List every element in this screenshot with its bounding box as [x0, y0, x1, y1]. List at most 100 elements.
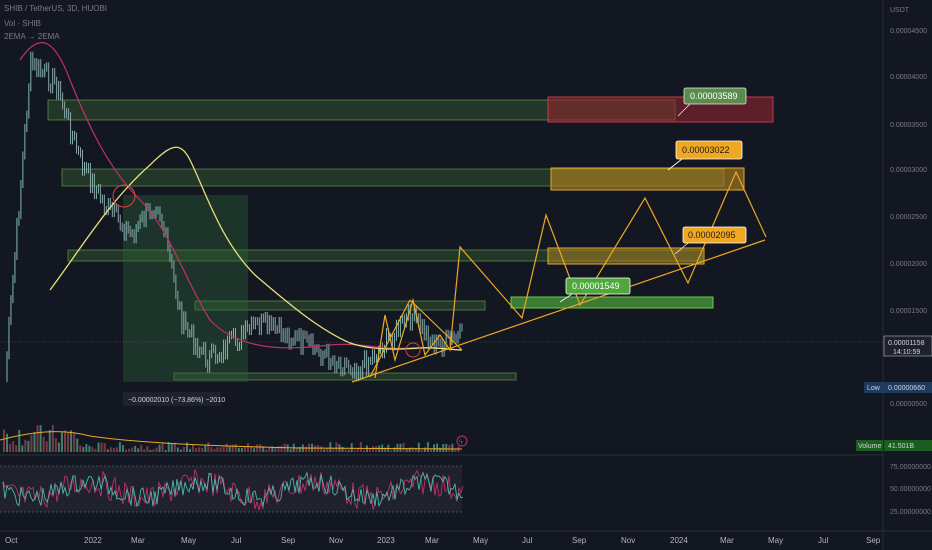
volume-bar: [390, 449, 393, 452]
volume-bar: [341, 446, 344, 452]
alert-icon-glyph: ϟ: [459, 439, 463, 446]
volume-bar: [274, 447, 277, 452]
volume-bar: [125, 449, 127, 452]
volume-bar: [73, 432, 76, 452]
rsi-tick: 75.00000000: [890, 464, 931, 471]
volume-bar: [143, 449, 146, 452]
price-tick: 0.00001500: [890, 308, 927, 315]
volume-bar: [100, 442, 103, 452]
target-zone-orange-2: [547, 247, 705, 265]
price-tick: 0.00003500: [890, 122, 927, 129]
volume-bar: [6, 433, 9, 452]
volume-bar: [350, 443, 353, 452]
volume-bar: [48, 430, 51, 452]
volume-bar: [314, 445, 317, 452]
volume-bar: [57, 442, 60, 452]
time-label: Jul: [818, 536, 828, 545]
volume-bar: [277, 446, 280, 452]
target-zone-green: [510, 296, 714, 309]
volume-bar: [210, 447, 213, 452]
measure-label: −0.00002010 (−73.86%) −2010: [128, 397, 225, 404]
volume-bar: [18, 429, 21, 452]
volume-bar: [76, 438, 79, 452]
volume-bar: [225, 443, 228, 452]
volume-bar: [103, 443, 106, 452]
volume-bar: [219, 447, 222, 452]
low-label: Low: [867, 385, 881, 392]
volume-bar: [411, 447, 414, 452]
volume-bar: [97, 442, 100, 452]
time-label: Mar: [131, 536, 145, 545]
volume-bar: [79, 445, 82, 452]
volume-bar: [182, 447, 185, 452]
volume-bar: [320, 446, 323, 452]
volume-bar: [344, 449, 347, 452]
time-label: Jul: [231, 536, 241, 545]
volume-bar: [82, 446, 85, 452]
volume-bar: [12, 441, 15, 452]
volume-bar: [353, 449, 356, 452]
volume-bar: [213, 448, 216, 452]
volume-bar: [158, 444, 161, 452]
volume-bar: [356, 448, 359, 452]
volume-bar: [253, 448, 256, 452]
volume-bar: [304, 446, 307, 452]
price-tick: 0.00003000: [890, 167, 927, 174]
volume-bar: [115, 447, 118, 452]
target-tag-1-text: 0.00001549: [572, 281, 620, 291]
volume-bar: [198, 447, 201, 452]
volume-bar: [402, 442, 405, 452]
volume-bar: [201, 447, 204, 452]
volume-bar: [67, 433, 70, 452]
projection-path: [374, 170, 767, 379]
volume-bar: [42, 436, 45, 452]
price-chart[interactable]: USDT 0.00004500 0.00004000 0.00003500 0.…: [0, 0, 932, 550]
volume-bar: [362, 449, 365, 452]
volume-bar: [237, 447, 240, 452]
volume-bar: [192, 444, 195, 452]
volume-bar: [149, 449, 152, 452]
volume-bar: [372, 446, 375, 452]
volume-bar: [359, 442, 362, 452]
volume-bar: [347, 449, 350, 452]
volume-bar: [85, 444, 88, 452]
volume-bar: [60, 432, 63, 452]
volume-bar: [15, 445, 18, 452]
volume-bar: [396, 443, 399, 452]
target-tag-3-text: 0.00003022: [682, 145, 730, 155]
time-label: Sep: [866, 536, 881, 545]
volume-bar: [207, 442, 210, 452]
volume-bar: [24, 439, 27, 452]
time-label: Mar: [425, 536, 439, 545]
countdown-value: 14:10:59: [893, 349, 920, 356]
volume-bar: [27, 440, 30, 452]
volume-bar: [39, 425, 42, 452]
volume-bar: [170, 443, 173, 452]
low-value: 0.00000660: [888, 385, 925, 392]
target-tag-2-text: 0.00002095: [688, 230, 736, 240]
volume-bar: [326, 448, 329, 452]
volume-bar: [280, 445, 283, 452]
volume-bar: [70, 430, 73, 452]
volume-bar: [64, 430, 66, 452]
volume-bar: [375, 446, 378, 452]
volume-bar: [51, 424, 54, 452]
time-label: Oct: [5, 536, 18, 545]
time-label: Sep: [281, 536, 296, 545]
price-tick: 0.00004000: [890, 74, 927, 81]
volume-bar: [243, 446, 246, 452]
price-tick: 0.00004500: [890, 28, 927, 35]
volume-bar: [189, 448, 192, 452]
volume-bar: [140, 444, 143, 452]
volume-bar: [164, 449, 167, 452]
time-label: Jul: [522, 536, 532, 545]
volume-bar: [128, 448, 131, 452]
price-tick: 0.00000500: [890, 401, 927, 408]
time-label: May: [473, 536, 488, 545]
current-price-value: 0.00001158: [888, 340, 925, 347]
volume-bar: [109, 447, 112, 452]
volume-bar: [21, 445, 24, 452]
volume-bar: [91, 446, 94, 452]
volume-value: 41.501B: [888, 443, 914, 450]
volume-bar: [152, 449, 155, 452]
